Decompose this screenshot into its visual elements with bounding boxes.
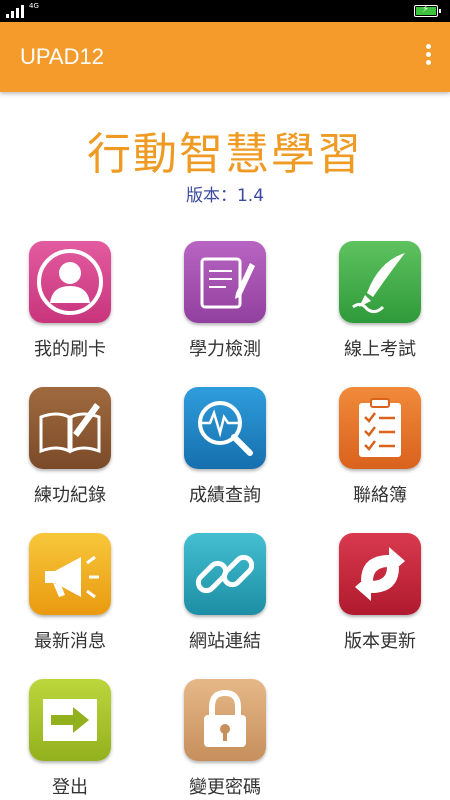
- menu-item-label: 最新消息: [34, 631, 106, 652]
- open-book-icon: [29, 387, 111, 469]
- menu-item-label: 練功紀錄: [34, 485, 106, 506]
- network-type: 4G: [29, 2, 39, 10]
- menu-item-online-exam[interactable]: 線上考試: [310, 241, 450, 371]
- menu-item-label: 版本更新: [344, 631, 416, 652]
- status-bar: 4G ⚡: [0, 0, 450, 22]
- app-title: UPAD12: [20, 44, 104, 69]
- menu-item-label: 登出: [52, 777, 88, 798]
- user-card-icon: [29, 241, 111, 323]
- menu-item-version-update[interactable]: 版本更新: [310, 533, 450, 663]
- menu-item-label: 變更密碼: [189, 777, 261, 798]
- menu-item-logout[interactable]: 登出: [0, 679, 140, 800]
- battery-icon: ⚡: [414, 4, 441, 17]
- menu-item-label: 網站連結: [189, 631, 261, 652]
- menu-item-change-password[interactable]: 變更密碼: [155, 679, 295, 800]
- padlock-icon: [184, 679, 266, 761]
- menu-item-ability-test[interactable]: 學力檢測: [155, 241, 295, 371]
- menu-item-practice-record[interactable]: 練功紀錄: [0, 387, 140, 517]
- menu-item-label: 成績查詢: [189, 485, 261, 506]
- more-vert-icon[interactable]: [420, 44, 436, 70]
- quill-pen-icon: [339, 241, 421, 323]
- menu-item-web-links[interactable]: 網站連結: [155, 533, 295, 663]
- menu-item-label: 學力檢測: [189, 339, 261, 360]
- clipboard-icon: [339, 387, 421, 469]
- menu-item-my-card[interactable]: 我的刷卡: [0, 241, 140, 371]
- menu-item-label: 線上考試: [344, 339, 416, 360]
- magnifier-chart-icon: [184, 387, 266, 469]
- refresh-arrows-icon: [339, 533, 421, 615]
- logout-arrow-icon: [29, 679, 111, 761]
- menu-item-contact-book[interactable]: 聯絡簿: [310, 387, 450, 517]
- version-label: 版本：1.4: [185, 186, 265, 206]
- megaphone-icon: [29, 533, 111, 615]
- menu-item-label: 聯絡簿: [353, 485, 407, 506]
- signal-icon: [6, 5, 24, 18]
- notebook-pen-icon: [184, 241, 266, 323]
- app-bar: UPAD12: [0, 22, 450, 92]
- menu-item-label: 我的刷卡: [34, 339, 106, 360]
- menu-item-grade-query[interactable]: 成績查詢: [155, 387, 295, 517]
- page-title: 行動智慧學習: [87, 129, 363, 180]
- chain-link-icon: [184, 533, 266, 615]
- menu-item-latest-news[interactable]: 最新消息: [0, 533, 140, 663]
